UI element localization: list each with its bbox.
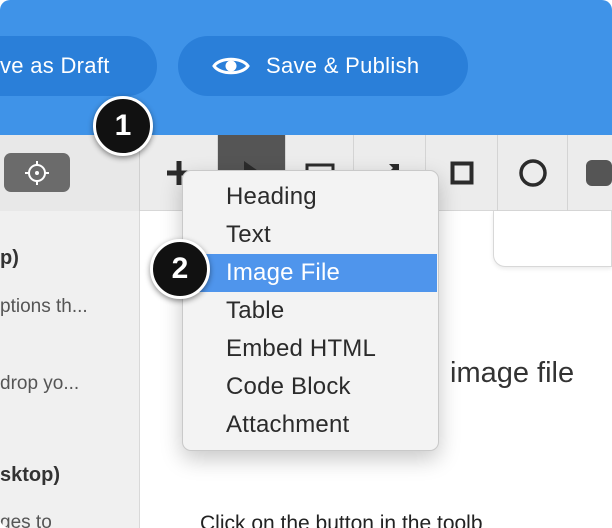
menu-item-code-block[interactable]: Code Block: [184, 368, 437, 406]
menu-item-table[interactable]: Table: [184, 292, 437, 330]
save-as-draft-button[interactable]: ve as Draft: [0, 36, 157, 96]
circle-icon: [518, 159, 547, 187]
crosshair-button[interactable]: [4, 153, 70, 192]
sidebar-description: drop yo...: [0, 373, 80, 394]
save-as-draft-label: ve as Draft: [0, 53, 110, 78]
crosshair-icon: [25, 160, 49, 185]
content-body-text: Click on the button in the toolb: [200, 512, 483, 528]
sidebar-description: ges to: [0, 512, 52, 528]
menu-item-image-file[interactable]: Image File: [184, 254, 437, 292]
sidebar-section-title: sktop): [0, 464, 60, 486]
floating-panel: [493, 211, 612, 267]
eye-icon: [212, 57, 250, 75]
sidebar-section-title: p): [0, 247, 19, 269]
screenshot-frame: ve as Draft Save & Publish p) ptions th.…: [0, 0, 612, 528]
square-icon: [450, 161, 473, 185]
step-2-badge: 2: [150, 239, 210, 299]
content-heading: image file: [450, 357, 575, 389]
add-block-dropdown-menu: Heading Text Image File Table Embed HTML…: [182, 170, 439, 451]
sidebar-description: ptions th...: [0, 296, 88, 317]
menu-item-embed-html[interactable]: Embed HTML: [184, 330, 437, 368]
save-and-publish-label: Save & Publish: [266, 53, 420, 78]
menu-item-text[interactable]: Text: [184, 216, 437, 254]
circle-tool[interactable]: [498, 135, 568, 211]
step-1-badge: 1: [93, 96, 153, 156]
filled-shape-tool[interactable]: [568, 135, 612, 211]
rounded-square-icon: [586, 160, 612, 186]
menu-item-heading[interactable]: Heading: [184, 178, 437, 216]
menu-item-attachment[interactable]: Attachment: [184, 406, 437, 444]
save-and-publish-button[interactable]: Save & Publish: [178, 36, 468, 96]
